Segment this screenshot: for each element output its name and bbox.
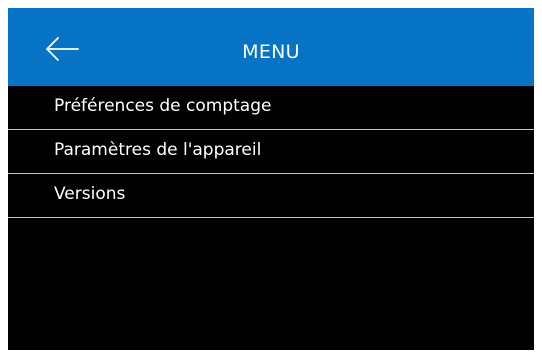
- back-button[interactable]: [42, 33, 82, 65]
- device-screen: MENU Préférences de comptage Paramètres …: [8, 8, 534, 350]
- menu-item-versions[interactable]: Versions: [8, 174, 534, 218]
- menu-list: Préférences de comptage Paramètres de l'…: [8, 86, 534, 218]
- menu-item-device-settings[interactable]: Paramètres de l'appareil: [8, 130, 534, 174]
- menu-item-counting-preferences[interactable]: Préférences de comptage: [8, 86, 534, 130]
- arrow-left-icon: [46, 37, 79, 61]
- menu-item-label: Versions: [54, 184, 126, 204]
- header-bar: MENU: [8, 8, 534, 86]
- menu-item-label: Préférences de comptage: [54, 96, 272, 116]
- menu-item-label: Paramètres de l'appareil: [54, 140, 262, 160]
- page-title: MENU: [242, 41, 300, 63]
